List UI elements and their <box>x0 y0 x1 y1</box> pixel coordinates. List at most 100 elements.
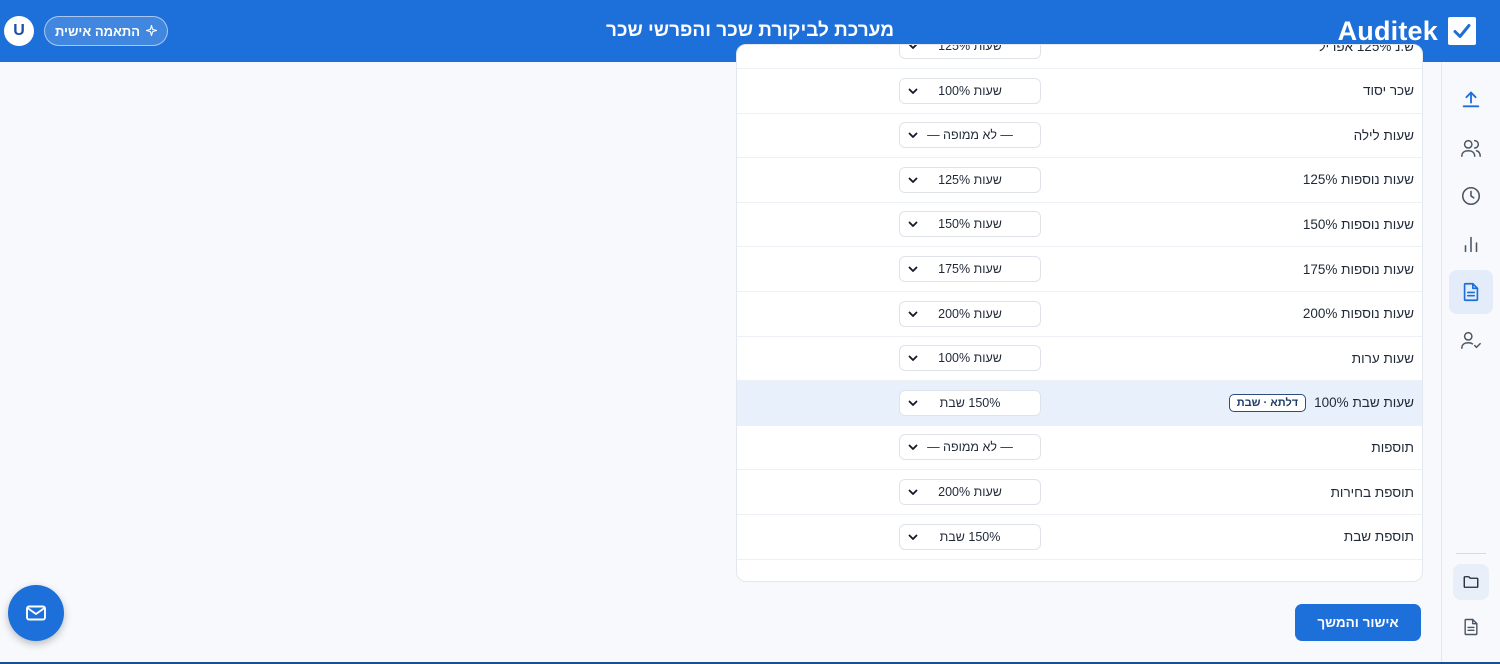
sparkle-icon <box>145 24 158 39</box>
mapping-select[interactable]: שעות 200% <box>899 479 1041 505</box>
chevron-down-icon <box>908 132 918 139</box>
mapping-row: תוספת שבת 150% שבת <box>737 515 1422 560</box>
checkmark-icon <box>1448 17 1476 45</box>
mapping-select[interactable]: שעות 125% <box>899 44 1041 59</box>
mapping-select[interactable]: שעות 100% <box>899 77 1041 104</box>
selected-value: שעות 100% <box>938 83 1002 98</box>
pay-component-name: ש.נ 125% אפריל <box>1318 44 1415 54</box>
mapping-row: שעות נוספות 200% שעות 200% <box>737 292 1422 337</box>
chevron-down-icon <box>908 88 918 94</box>
mapping-row: תוספות — לא ממופה — <box>737 425 1422 471</box>
upload-icon <box>1462 91 1480 108</box>
sidebar-item-upload[interactable] <box>1453 81 1489 117</box>
sidebar-item-reports[interactable] <box>1453 226 1489 262</box>
mapping-row: שעות נוספות 125% שעות 125% <box>737 158 1422 203</box>
mapping-row: שעות לילה — לא ממופה — <box>737 113 1422 159</box>
mapping-row: שעות ערות שעות 100% <box>737 336 1422 382</box>
row-label: שעות שבת 100% דלתא · שבת <box>1228 381 1414 425</box>
row-label: תוספות <box>1371 425 1414 469</box>
brand-name: Auditek <box>1337 15 1438 46</box>
bar-chart-icon <box>1464 236 1478 253</box>
status-badge: דלתא · שבת <box>1228 393 1307 412</box>
pay-component-name: תוספת שבת <box>1343 529 1414 545</box>
row-label: שכר יסוד <box>1363 69 1414 113</box>
mapping-select[interactable]: שעות 125% <box>899 166 1041 193</box>
sidebar-divider <box>1456 553 1486 554</box>
row-label: ש.נ 125% אפריל <box>1318 44 1415 68</box>
chevron-down-icon <box>908 177 918 183</box>
mapping-row: תוספת בחירות שעות 200% <box>737 470 1422 515</box>
chevron-down-icon <box>908 444 918 451</box>
sidebar <box>1441 62 1500 664</box>
selected-value: שעות 125% <box>938 44 1002 53</box>
pay-component-name: שכר יסוד <box>1363 83 1414 99</box>
row-label: שעות נוספות 150% <box>1303 202 1414 246</box>
row-label: שעות נוספות 175% <box>1303 247 1414 291</box>
selected-value: שעות 100% <box>938 351 1002 366</box>
user-avatar[interactable]: U <box>4 16 34 46</box>
mapping-row: שעות נוספות 150% שעות 150% <box>737 202 1422 248</box>
row-label: שעות לילה <box>1354 113 1414 157</box>
mapping-select[interactable]: — לא ממופה — <box>899 434 1041 461</box>
sidebar-item-approvals[interactable] <box>1453 322 1489 358</box>
selected-value: — לא ממופה — <box>927 128 1013 143</box>
selected-value: שעות 150% <box>938 217 1002 232</box>
chevron-down-icon <box>908 355 918 362</box>
selected-value: שעות 200% <box>938 485 1002 499</box>
mapping-row: שכר יסוד שעות 100% <box>737 69 1422 114</box>
personal-customization-button[interactable]: התאמה אישית <box>44 16 168 46</box>
pay-component-name: תוספת בחירות <box>1330 484 1414 500</box>
row-label: שעות ערות <box>1352 336 1414 380</box>
mapping-select[interactable]: שעות 200% <box>899 300 1041 327</box>
pay-component-name: שעות שבת 100% <box>1314 395 1414 411</box>
mail-icon <box>26 605 46 621</box>
chevron-down-icon <box>908 400 918 406</box>
selected-value: 150% שבת <box>939 395 1001 410</box>
sidebar-item-history[interactable] <box>1453 178 1489 214</box>
pay-component-name: שעות לילה <box>1353 127 1414 143</box>
row-label: תוספת בחירות <box>1331 470 1414 514</box>
chevron-down-icon <box>908 489 918 495</box>
user-check-icon <box>1461 331 1481 349</box>
sidebar-item-file[interactable] <box>1453 609 1489 645</box>
row-label: שעות נוספות 125% <box>1303 158 1414 202</box>
chevron-down-icon <box>908 311 918 317</box>
mapping-table: ש.נ 125% אפריל שעות 125% שכר יסוד שעות 100%… <box>736 44 1423 582</box>
selected-value: 150% שבת <box>939 529 1001 544</box>
sidebar-item-folder[interactable] <box>1453 564 1489 600</box>
pay-component-name: שעות נוספות 175% <box>1302 261 1414 277</box>
clock-icon <box>1461 186 1481 206</box>
file-icon <box>1464 618 1478 636</box>
mapping-row: ש.נ 125% אפריל שעות 125% <box>737 44 1422 69</box>
chevron-down-icon <box>908 45 918 49</box>
document-icon <box>1463 282 1479 302</box>
mapping-select[interactable]: — לא ממופה — <box>899 122 1041 149</box>
pay-component-name: שעות ערות <box>1351 350 1414 366</box>
users-icon <box>1461 139 1481 157</box>
pay-component-name: תוספות <box>1371 439 1414 455</box>
confirm-continue-button[interactable]: אישור והמשך <box>1295 604 1421 641</box>
mapping-select[interactable]: שעות 100% <box>899 345 1041 372</box>
selected-value: שעות 200% <box>938 306 1002 321</box>
selected-value: שעות 175% <box>938 262 1002 276</box>
chevron-down-icon <box>908 534 918 540</box>
brand-logo[interactable]: Auditek <box>1338 14 1476 48</box>
mapping-row: שעות שבת 100% דלתא · שבת 150% שבת <box>737 380 1422 426</box>
chevron-down-icon <box>908 266 918 272</box>
sidebar-item-users[interactable] <box>1453 130 1489 166</box>
selected-value: שעות 125% <box>938 172 1002 187</box>
mapping-select[interactable]: 150% שבת <box>899 523 1041 550</box>
sidebar-item-mapping[interactable] <box>1449 270 1493 314</box>
chevron-down-icon <box>908 221 918 228</box>
mapping-select[interactable]: שעות 150% <box>899 211 1041 238</box>
personal-button-label: התאמה אישית <box>54 23 141 39</box>
mapping-select[interactable]: שעות 175% <box>899 256 1041 282</box>
contact-button[interactable] <box>8 585 64 641</box>
folder-icon <box>1463 576 1479 588</box>
row-label: שעות נוספות 200% <box>1303 292 1414 336</box>
mapping-select[interactable]: 150% שבת <box>899 389 1041 416</box>
row-label: תוספת שבת <box>1344 515 1414 559</box>
pay-component-name: שעות נוספות 125% <box>1302 172 1414 188</box>
pay-component-name: שעות נוספות 200% <box>1302 306 1414 322</box>
pay-component-name: שעות נוספות 150% <box>1302 216 1414 232</box>
